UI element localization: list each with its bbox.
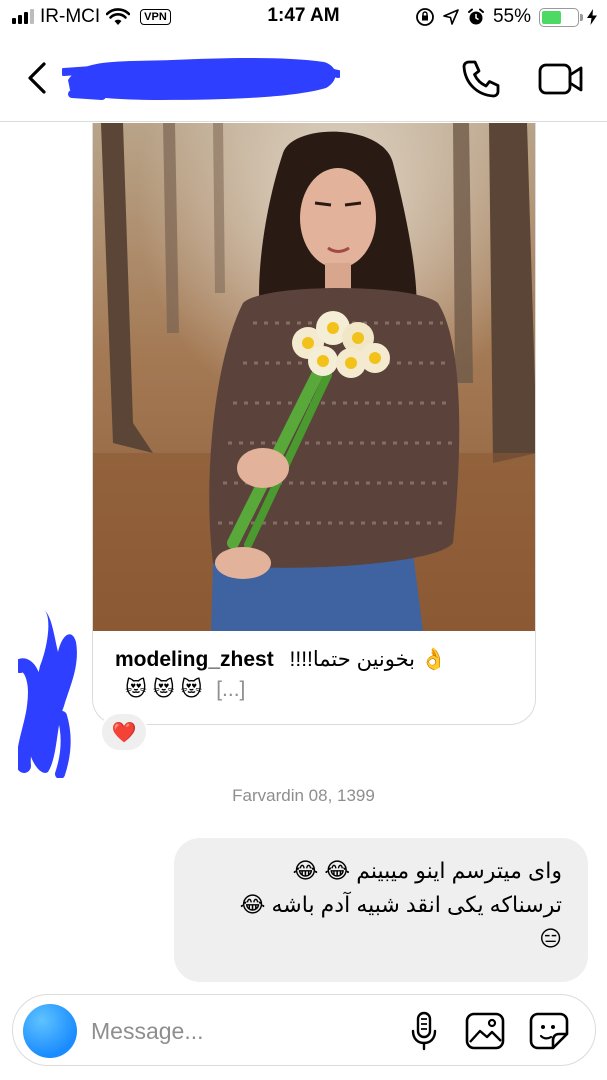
charging-icon [587,9,597,25]
redacted-contact-name[interactable] [62,50,340,106]
redacted-avatar[interactable] [18,606,82,778]
message-bubble[interactable]: وای میترسم اینو میبینم 😂 😂 ترسناکه یکی ا… [174,838,588,982]
heart-eyes-cat-emojis: 😻 😻 😻 [125,678,203,701]
ok-hand-emoji: 👌 [420,648,447,671]
location-icon [443,9,459,25]
caption-text: بخونین حتما!!!! [289,648,415,671]
camera-icon[interactable] [23,1004,77,1058]
battery-level-fill [542,10,561,24]
post-photo[interactable] [93,123,536,631]
heart-icon: ❤️ [111,721,137,744]
battery-icon [539,7,583,27]
chat-header [0,34,607,122]
alarm-icon [467,8,484,25]
caption-line-1: modeling_zhest بخونین حتما!!!! 👌 [115,645,515,675]
post-username[interactable]: modeling_zhest [115,648,274,671]
more-link[interactable]: [...] [216,678,245,701]
message-line-2: ترسناکه یکی انقد شبیه آدم باشه 😂 [239,892,562,917]
date-separator: Farvardin 08, 1399 [232,786,375,805]
gallery-icon[interactable] [465,1012,505,1050]
message-input[interactable] [91,1011,391,1051]
shared-post-card[interactable]: modeling_zhest بخونین حتما!!!! 👌 😻 😻 😻 [… [92,123,536,725]
sticker-icon[interactable] [529,1012,569,1050]
message-line-1: وای میترسم اینو میبینم 😂 😂 [292,858,562,883]
post-caption[interactable]: modeling_zhest بخونین حتما!!!! 👌 😻 😻 😻 [… [93,631,535,719]
message-composer [12,994,596,1066]
heart-reaction[interactable]: ❤️ [100,712,148,752]
message-line-3: 😑 [539,926,562,951]
caption-line-2: 😻 😻 😻 [...] [115,675,515,705]
phone-icon[interactable] [460,58,502,100]
battery-percent: 55% [492,6,531,27]
microphone-icon[interactable] [409,1011,439,1051]
status-right: 55% [415,5,597,29]
status-bar: IR-MCI VPN 1:47 AM 55% [0,0,607,34]
video-call-icon[interactable] [538,62,584,96]
orientation-lock-icon [416,8,434,26]
back-icon[interactable] [22,58,56,98]
